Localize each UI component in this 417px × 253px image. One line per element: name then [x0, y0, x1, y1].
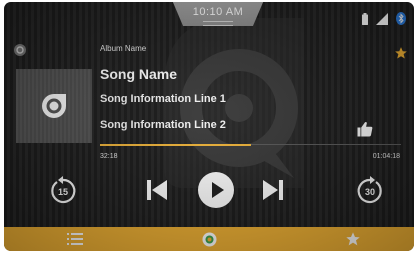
app-logo-icon [202, 232, 216, 246]
rewind-15-icon: 15 [51, 176, 76, 204]
battery-icon [362, 12, 368, 25]
song-info-line-2: Song Information Line 2 [100, 119, 226, 131]
total-time: 01:04:18 [372, 153, 400, 160]
signal-icon [376, 12, 388, 25]
elapsed-time: 32:18 [100, 153, 118, 160]
song-info-line-1: Song Information Line 1 [100, 93, 226, 105]
favorite-star-icon[interactable] [394, 46, 408, 60]
album-art [16, 69, 92, 143]
source-app-icon [14, 44, 26, 56]
thumbs-up-icon[interactable] [356, 120, 374, 138]
list-icon [67, 233, 83, 245]
app-logo-icon [42, 94, 66, 118]
next-track-button[interactable] [258, 175, 288, 205]
bottom-navigation-bar [4, 227, 414, 251]
tab-now-playing[interactable] [179, 227, 239, 251]
status-bar [362, 12, 406, 25]
pull-down-handle[interactable] [203, 21, 233, 26]
progress-fill [100, 143, 251, 146]
clock-time: 10:10 AM [192, 6, 244, 18]
skip-previous-icon [147, 180, 167, 200]
progress-track[interactable] [100, 143, 401, 146]
star-icon [346, 232, 360, 246]
play-icon [198, 172, 234, 208]
svg-text:30: 30 [365, 187, 375, 197]
song-name: Song Name [100, 66, 178, 82]
tab-playlist[interactable] [45, 227, 105, 251]
skip-next-icon [263, 180, 283, 200]
bluetooth-icon [396, 12, 406, 25]
previous-track-button[interactable] [142, 175, 172, 205]
screen: 10:10 AM Album Name Song Name Song Infor… [4, 2, 414, 251]
fast-forward-button[interactable]: 30 [353, 174, 387, 208]
svg-text:15: 15 [58, 187, 68, 197]
forward-30-icon: 30 [357, 176, 382, 204]
play-button[interactable] [196, 170, 236, 210]
rewind-button[interactable]: 15 [46, 174, 80, 208]
album-name: Album Name [100, 44, 147, 53]
tab-favorites[interactable] [323, 227, 383, 251]
